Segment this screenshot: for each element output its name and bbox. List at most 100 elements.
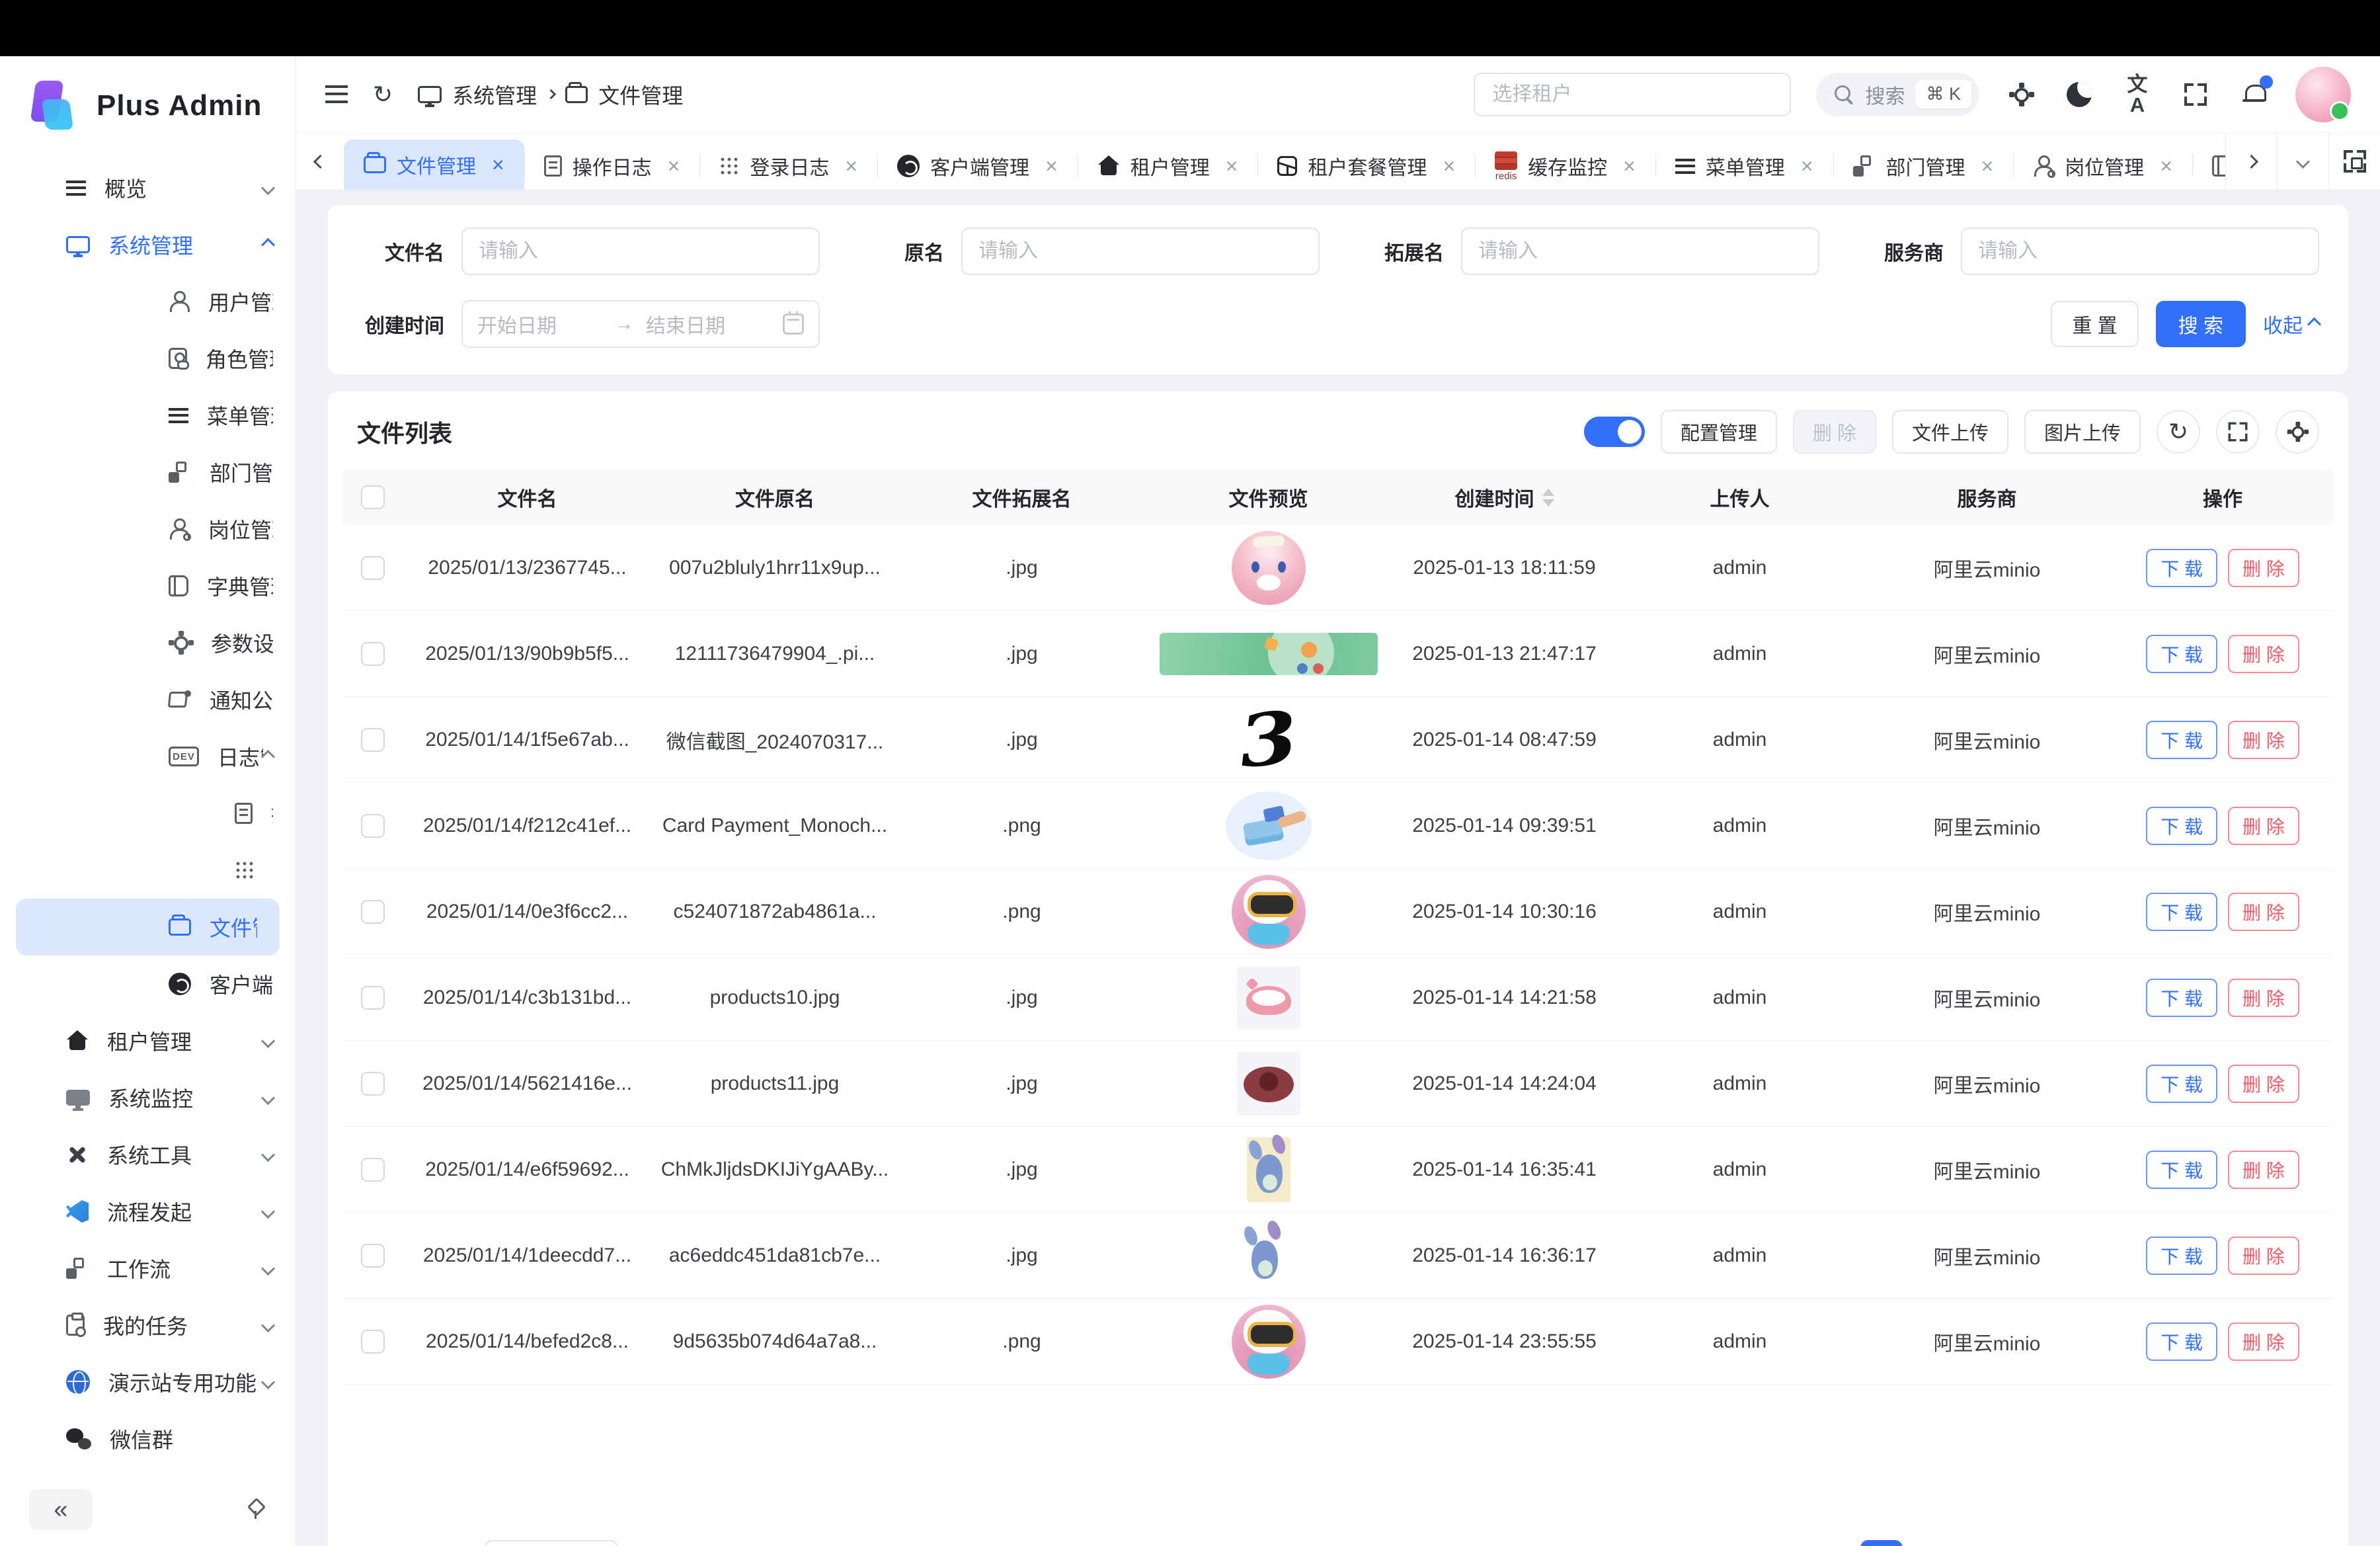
tab-client-management[interactable]: 客户端管理×	[877, 142, 1078, 190]
delete-row-button[interactable]: 删 除	[2228, 893, 2299, 931]
close-icon[interactable]: ×	[492, 154, 504, 175]
tabs-dropdown-button[interactable]	[2277, 133, 2328, 190]
content-fullscreen-button[interactable]	[2328, 133, 2380, 190]
notifications-button[interactable]	[2237, 78, 2270, 111]
delete-row-button[interactable]: 删 除	[2228, 1322, 2299, 1361]
tabs-scroll-right-button[interactable]	[2225, 133, 2277, 190]
preview-image[interactable]	[1160, 633, 1378, 675]
tab-cache-monitor[interactable]: redis缓存监控×	[1475, 142, 1655, 190]
sidebar-item-system-monitor[interactable]: 系统监控	[0, 1069, 296, 1126]
row-checkbox[interactable]	[361, 986, 385, 1010]
tab-tenant-package[interactable]: 租户套餐管理×	[1257, 142, 1475, 190]
preview-image[interactable]	[1237, 1052, 1300, 1116]
sidebar-item-system-tools[interactable]: 系统工具	[0, 1126, 296, 1183]
settings-button[interactable]	[2004, 78, 2038, 111]
file-upload-button[interactable]: 文件上传	[1892, 410, 2008, 454]
sidebar-item-workflow[interactable]: 工作流	[0, 1240, 296, 1297]
config-management-button[interactable]: 配置管理	[1661, 410, 1777, 454]
sidebar-item-notice[interactable]: 通知公告	[0, 671, 296, 728]
sidebar-item-my-tasks[interactable]: 我的任务	[0, 1297, 296, 1354]
sidebar-item-system-management[interactable]: 系统管理	[0, 216, 296, 273]
sidebar-item-role-management[interactable]: 角色管理	[0, 330, 296, 387]
border-toggle[interactable]	[1584, 417, 1645, 447]
sidebar-item-post-management[interactable]: 岗位管理	[0, 501, 296, 557]
sidebar-item-wechat-group[interactable]: 微信群	[0, 1410, 296, 1467]
original-name-input[interactable]	[961, 227, 1320, 275]
row-checkbox[interactable]	[361, 1330, 385, 1354]
sidebar-item-log-management[interactable]: DEV日志管理	[0, 728, 296, 785]
preview-image[interactable]	[1242, 1223, 1295, 1288]
row-checkbox[interactable]	[361, 642, 385, 666]
table-settings-button[interactable]	[2276, 410, 2319, 454]
sidebar-item-param-settings[interactable]: 参数设置	[0, 614, 296, 671]
dark-mode-button[interactable]	[2063, 78, 2096, 111]
delete-button[interactable]: 删 除	[1793, 410, 1876, 454]
table-fullscreen-button[interactable]	[2216, 410, 2260, 454]
tab-dict-management[interactable]: 字典管理×	[2192, 142, 2225, 190]
tenant-select-input[interactable]	[1474, 73, 1791, 116]
row-checkbox[interactable]	[361, 814, 385, 838]
page-button-7[interactable]: 7	[2146, 1540, 2188, 1546]
sidebar-item-user-management[interactable]: 用户管理	[0, 273, 296, 330]
file-name-input[interactable]	[461, 227, 820, 275]
tabs-scroll-left-button[interactable]	[296, 133, 344, 190]
sidebar-item-login-log[interactable]: 登录日志	[0, 842, 296, 899]
tab-menu-management[interactable]: 菜单管理×	[1655, 142, 1833, 190]
page-button-6[interactable]: 6	[2098, 1540, 2141, 1546]
preview-image[interactable]	[1232, 531, 1306, 605]
sidebar-item-flow-start[interactable]: 流程发起	[0, 1183, 296, 1240]
delete-row-button[interactable]: 删 除	[2228, 1237, 2299, 1275]
row-checkbox[interactable]	[361, 900, 385, 924]
download-button[interactable]: 下 载	[2146, 721, 2217, 759]
delete-row-button[interactable]: 删 除	[2228, 1065, 2299, 1103]
first-page-button[interactable]: ‹	[1729, 1540, 1768, 1546]
download-button[interactable]: 下 载	[2146, 807, 2217, 845]
close-icon[interactable]: ×	[1981, 155, 1994, 177]
tab-dept-management[interactable]: 部门管理×	[1833, 142, 2014, 190]
sidebar-item-operation-log[interactable]: 操作日志	[0, 785, 296, 842]
fullscreen-button[interactable]	[2179, 78, 2212, 111]
table-refresh-button[interactable]: ↻	[2157, 410, 2200, 454]
delete-row-button[interactable]: 删 除	[2228, 549, 2299, 587]
preview-image[interactable]: 3	[1222, 702, 1315, 778]
page-button-1[interactable]: 1	[1860, 1540, 1903, 1546]
sidebar-item-file-management[interactable]: 文件管理	[16, 899, 280, 956]
preview-image[interactable]	[1247, 1137, 1290, 1202]
close-icon[interactable]: ×	[845, 155, 857, 177]
delete-row-button[interactable]: 删 除	[2228, 1151, 2299, 1189]
row-checkbox[interactable]	[361, 556, 385, 580]
pin-icon[interactable]	[245, 1499, 266, 1520]
tab-login-log[interactable]: 登录日志×	[699, 142, 877, 190]
download-button[interactable]: 下 载	[2146, 1065, 2217, 1103]
row-checkbox[interactable]	[361, 1158, 385, 1182]
preview-image[interactable]	[1232, 1305, 1306, 1379]
close-icon[interactable]: ×	[1623, 155, 1636, 177]
sidebar-collapse-button[interactable]: «	[29, 1489, 93, 1530]
delete-row-button[interactable]: 删 除	[2228, 979, 2299, 1017]
column-header-5[interactable]: 创建时间	[1392, 483, 1617, 512]
sidebar-item-tenant-management[interactable]: 租户管理	[0, 1012, 296, 1069]
download-button[interactable]: 下 载	[2146, 1237, 2217, 1275]
last-page-button[interactable]: ›	[2281, 1540, 2319, 1546]
download-button[interactable]: 下 载	[2146, 979, 2217, 1017]
delete-row-button[interactable]: 删 除	[2228, 635, 2299, 673]
forward-pages-button[interactable]: »	[2237, 1540, 2276, 1546]
tab-tenant-management[interactable]: 租户管理×	[1078, 142, 1258, 190]
reset-button[interactable]: 重 置	[2051, 301, 2138, 347]
page-button-3[interactable]: 3	[1956, 1540, 1998, 1546]
preview-image[interactable]	[1226, 792, 1312, 860]
avatar[interactable]	[2295, 67, 2351, 122]
image-upload-button[interactable]: 图片上传	[2024, 410, 2141, 454]
row-checkbox[interactable]	[361, 1244, 385, 1268]
breadcrumb-item[interactable]: 系统管理	[452, 79, 537, 110]
date-range-input[interactable]: 开始日期→结束日期	[461, 300, 820, 348]
download-button[interactable]: 下 载	[2146, 893, 2217, 931]
sort-icon[interactable]	[1542, 489, 1554, 507]
page-button-4[interactable]: 4	[2003, 1540, 2045, 1546]
tab-file-management[interactable]: 文件管理×	[344, 140, 524, 190]
hamburger-menu-icon[interactable]	[325, 85, 348, 103]
close-icon[interactable]: ×	[1801, 155, 1813, 177]
close-icon[interactable]: ×	[1443, 155, 1455, 177]
global-search[interactable]: 搜索 ⌘ K	[1816, 73, 1979, 116]
language-button[interactable]: 文A	[2121, 78, 2154, 111]
